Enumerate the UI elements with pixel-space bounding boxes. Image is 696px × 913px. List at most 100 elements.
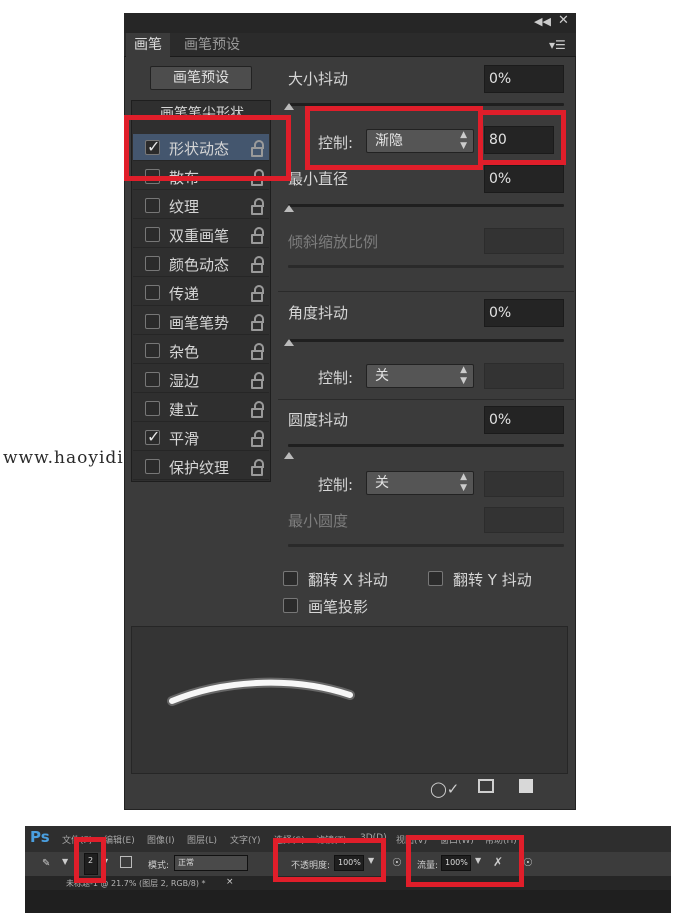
size-jitter-field[interactable]: 0% <box>484 65 564 93</box>
highlight-flow <box>406 835 524 887</box>
tilt-scale-slider <box>288 265 564 268</box>
angle-control-extra-field <box>484 363 564 389</box>
sidebar-item-label: 平滑 <box>169 430 200 448</box>
ps-logo: Ps <box>30 828 50 846</box>
flip-x-checkbox[interactable] <box>283 571 298 586</box>
sidebar-item-checkbox[interactable] <box>145 372 160 387</box>
lock-icon[interactable] <box>251 314 264 331</box>
menu-item[interactable]: 图像(I) <box>147 833 175 846</box>
sidebar-item[interactable]: 保护纹理 <box>133 453 269 480</box>
lock-icon[interactable] <box>251 285 264 302</box>
roundness-control-select[interactable]: 关 ▲ ▼ <box>366 471 474 495</box>
flip-y-label: 翻转 Y 抖动 <box>453 571 532 589</box>
highlight-opacity <box>273 838 386 882</box>
menu-item[interactable]: 编辑(E) <box>104 833 135 846</box>
sidebar-item[interactable]: 湿边 <box>133 366 269 393</box>
sidebar-item-label: 纹理 <box>169 198 200 216</box>
brush-panel-toggle-icon[interactable] <box>120 856 132 868</box>
brush-projection-label: 画笔投影 <box>308 598 369 616</box>
angle-jitter-slider-thumb[interactable] <box>284 339 294 346</box>
angle-control-label: 控制: <box>318 369 354 387</box>
tilt-scale-label: 倾斜缩放比例 <box>288 233 379 251</box>
sidebar-item-label: 颜色动态 <box>169 256 230 274</box>
brush-tool-icon[interactable]: ✎ <box>42 858 50 869</box>
min-diameter-slider[interactable] <box>288 204 564 207</box>
stroke-preview-graphic <box>167 677 355 706</box>
lock-icon[interactable] <box>251 430 264 447</box>
menu-item[interactable]: 图层(L) <box>187 833 217 846</box>
sidebar-item-label: 保护纹理 <box>169 459 230 477</box>
menu-item[interactable]: 文字(Y) <box>230 833 261 846</box>
angle-control-value: 关 <box>375 368 389 384</box>
sidebar-item[interactable]: ✓ 平滑 <box>133 424 269 451</box>
panel-menu-icon[interactable]: ▾☰ <box>549 38 566 52</box>
angle-jitter-slider[interactable] <box>288 339 564 342</box>
sidebar-item-checkbox[interactable] <box>145 401 160 416</box>
highlight-brush-size <box>74 837 106 883</box>
roundness-control-label: 控制: <box>318 476 354 494</box>
lock-icon[interactable] <box>251 227 264 244</box>
sidebar-item-checkbox[interactable] <box>145 314 160 329</box>
sidebar-item-label: 传递 <box>169 285 200 303</box>
sidebar-item[interactable]: 传递 <box>133 279 269 306</box>
lock-icon[interactable] <box>251 401 264 418</box>
angle-jitter-field[interactable]: 0% <box>484 299 564 327</box>
flip-x-label: 翻转 X 抖动 <box>308 571 388 589</box>
sidebar-item[interactable]: 纹理 <box>133 192 269 219</box>
min-diameter-slider-thumb[interactable] <box>284 205 294 212</box>
brush-preview-toggle-icon[interactable]: ◯✓ <box>430 780 459 798</box>
tab-brush[interactable]: 画笔 <box>126 33 170 57</box>
lock-icon[interactable] <box>251 256 264 273</box>
lock-icon[interactable] <box>251 459 264 476</box>
grid-icon[interactable] <box>478 779 494 793</box>
roundness-jitter-field[interactable]: 0% <box>484 406 564 434</box>
tab-brush-presets[interactable]: 画笔预设 <box>176 33 248 57</box>
sidebar-item[interactable]: 双重画笔 <box>133 221 269 248</box>
sidebar-item-checkbox[interactable] <box>145 256 160 271</box>
min-roundness-field <box>484 507 564 533</box>
sidebar-item-checkbox[interactable] <box>145 285 160 300</box>
roundness-jitter-label: 圆度抖动 <box>288 411 349 429</box>
lock-icon[interactable] <box>251 198 264 215</box>
sidebar-item-label: 杂色 <box>169 343 200 361</box>
sidebar-item[interactable]: 颜色动态 <box>133 250 269 277</box>
mode-select[interactable]: 正常 <box>174 855 248 871</box>
highlight-fade-steps <box>478 110 566 165</box>
chevron-updown-icon: ▲ ▼ <box>460 472 467 493</box>
sidebar-item[interactable]: 画笔笔势 <box>133 308 269 335</box>
sidebar-item[interactable]: 杂色 <box>133 337 269 364</box>
tilt-scale-field <box>484 228 564 254</box>
sidebar-item-checkbox[interactable] <box>145 459 160 474</box>
close-icon[interactable]: ✕ <box>558 13 569 28</box>
sidebar-item-label: 画笔笔势 <box>169 314 230 332</box>
min-roundness-label: 最小圆度 <box>288 512 349 530</box>
sidebar-item-checkbox[interactable]: ✓ <box>145 429 160 445</box>
brush-presets-button[interactable]: 画笔预设 <box>150 66 252 90</box>
canvas-area <box>25 890 671 913</box>
pressure-opacity-icon[interactable]: ☉ <box>392 856 402 869</box>
roundness-jitter-slider-thumb[interactable] <box>284 452 294 459</box>
roundness-control-value: 关 <box>375 475 389 491</box>
divider <box>278 291 574 292</box>
sidebar-item[interactable]: 建立 <box>133 395 269 422</box>
angle-control-select[interactable]: 关 ▲ ▼ <box>366 364 474 388</box>
size-jitter-slider-thumb[interactable] <box>284 103 294 110</box>
lock-icon[interactable] <box>251 343 264 360</box>
sidebar-item-checkbox[interactable] <box>145 198 160 213</box>
double-left-arrow-icon[interactable]: ◀◀ <box>534 15 551 28</box>
flip-y-checkbox[interactable] <box>428 571 443 586</box>
sidebar-item-checkbox[interactable] <box>145 343 160 358</box>
lock-icon[interactable] <box>251 372 264 389</box>
min-diameter-field[interactable]: 0% <box>484 165 564 193</box>
sidebar-item-label: 双重画笔 <box>169 227 230 245</box>
min-roundness-slider <box>288 544 564 547</box>
brush-projection-checkbox[interactable] <box>283 598 298 613</box>
sidebar-item-checkbox[interactable] <box>145 227 160 242</box>
close-icon[interactable]: × <box>226 877 234 887</box>
roundness-jitter-slider[interactable] <box>288 444 564 447</box>
new-preset-icon[interactable] <box>519 779 533 793</box>
size-jitter-label: 大小抖动 <box>288 70 349 88</box>
pressure-size-icon[interactable]: ☉ <box>523 856 533 869</box>
highlight-shape-dynamics <box>124 115 291 181</box>
chevron-down-icon[interactable]: ▼ <box>62 857 68 866</box>
